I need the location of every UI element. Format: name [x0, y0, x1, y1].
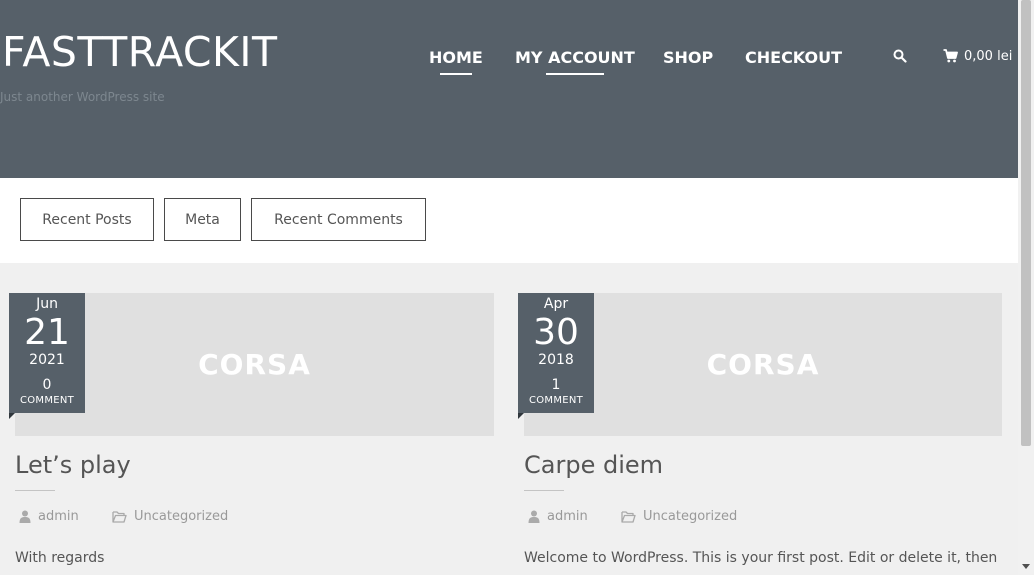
cart-link[interactable]: 0,00 lei [943, 47, 1012, 65]
badge-fold [9, 413, 15, 419]
nav-item-label: CHECKOUT [745, 48, 842, 67]
post-excerpt: Welcome to WordPress. This is your first… [524, 550, 998, 566]
post-title[interactable]: Let’s play [15, 451, 131, 479]
date-month: Jun [36, 296, 58, 312]
user-icon [19, 510, 31, 523]
author-name: admin [547, 509, 588, 524]
main-nav: HOME MY ACCOUNT SHOP CHECKOUT [0, 48, 1018, 88]
date-year: 2021 [29, 352, 65, 368]
title-divider [524, 490, 564, 491]
post-title[interactable]: Carpe diem [524, 451, 663, 479]
date-day: 30 [533, 312, 579, 353]
scrollbar-thumb[interactable] [1021, 0, 1031, 446]
tab-meta[interactable]: Meta [164, 198, 241, 241]
category-name: Uncategorized [134, 509, 229, 524]
comment-label: COMMENT [528, 395, 584, 406]
site-header: FASTTRACKIT Just another WordPress site … [0, 0, 1018, 178]
active-underline [545, 73, 604, 75]
folder-open-icon [112, 510, 127, 523]
thumbnail-text: CORSA [706, 348, 820, 381]
tab-recent-comments[interactable]: Recent Comments [251, 198, 426, 241]
post-category[interactable]: Uncategorized [621, 509, 737, 524]
date-badge: Jun 21 2021 0 COMMENT [9, 293, 85, 419]
comment-count: 1 [551, 377, 561, 393]
scroll-down-arrow-icon[interactable] [1022, 564, 1030, 569]
search-icon [893, 49, 907, 63]
tab-recent-posts[interactable]: Recent Posts [20, 198, 154, 241]
nav-item-label: MY ACCOUNT [515, 48, 635, 67]
post-card: CORSA Jun 21 2021 0 COMMENT Let’s play a… [9, 293, 499, 575]
user-icon [528, 510, 540, 523]
post-thumbnail[interactable]: CORSA [15, 293, 494, 436]
cart-icon [943, 49, 958, 63]
date-year: 2018 [538, 352, 574, 368]
comment-count: 0 [42, 377, 52, 393]
nav-item-checkout[interactable]: CHECKOUT [745, 48, 842, 67]
nav-item-label: SHOP [663, 48, 714, 67]
nav-item-shop[interactable]: SHOP [663, 48, 713, 67]
date-day: 21 [24, 312, 70, 353]
search-button[interactable] [893, 49, 907, 63]
post-author[interactable]: admin [528, 509, 588, 524]
comment-label: COMMENT [19, 395, 75, 406]
post-card: CORSA Apr 30 2018 1 COMMENT Carpe diem a… [518, 293, 1008, 575]
vertical-scrollbar[interactable] [1018, 0, 1034, 575]
post-excerpt: With regards [15, 550, 105, 566]
nav-item-home[interactable]: HOME [429, 48, 483, 75]
nav-item-my-account[interactable]: MY ACCOUNT [515, 48, 635, 75]
nav-item-label: HOME [429, 48, 483, 67]
thumbnail-text: CORSA [198, 348, 311, 381]
date-badge: Apr 30 2018 1 COMMENT [518, 293, 594, 419]
cart-total: 0,00 lei [964, 48, 1013, 64]
author-name: admin [38, 509, 79, 524]
post-category[interactable]: Uncategorized [112, 509, 228, 524]
category-name: Uncategorized [643, 509, 738, 524]
title-divider [15, 490, 55, 491]
folder-open-icon [621, 510, 636, 523]
badge-fold [518, 413, 524, 419]
widget-tabs: Recent Posts Meta Recent Comments [0, 178, 1018, 263]
active-underline [439, 73, 472, 75]
site-tagline: Just another WordPress site [0, 90, 165, 104]
date-month: Apr [543, 296, 569, 312]
post-thumbnail[interactable]: CORSA [524, 293, 1002, 436]
post-author[interactable]: admin [19, 509, 79, 524]
